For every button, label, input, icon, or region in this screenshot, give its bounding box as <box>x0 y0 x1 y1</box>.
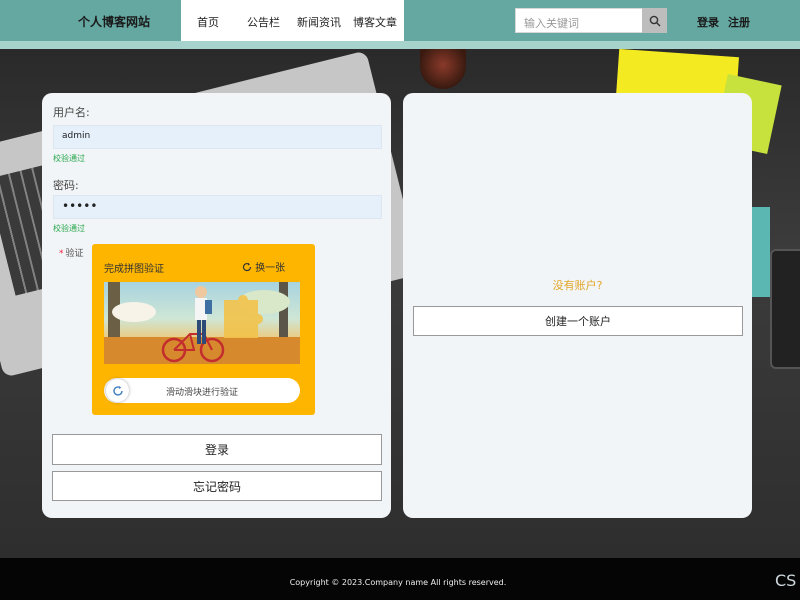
nav-item-news[interactable]: 新闻资讯 <box>297 14 341 30</box>
main-nav: 首页 公告栏 新闻资讯 博客文章 <box>181 0 404 41</box>
search-button[interactable] <box>642 8 667 33</box>
refresh-icon <box>242 262 252 272</box>
footer: Copyright © 2023.Company name All rights… <box>0 558 800 600</box>
create-account-button[interactable]: 创建一个账户 <box>413 306 743 336</box>
search-input[interactable]: 输入关键词 <box>515 8 642 33</box>
slider-refresh-icon <box>112 385 123 396</box>
captcha-refresh-label: 换一张 <box>255 263 286 274</box>
phone-shape <box>770 249 800 369</box>
captcha-slider-handle[interactable] <box>106 379 129 402</box>
top-header: 个人博客网站 首页 公告栏 新闻资讯 博客文章 输入关键词 登录 注册 <box>0 0 800 41</box>
username-field[interactable]: admin <box>53 125 382 149</box>
nav-item-home[interactable]: 首页 <box>197 14 219 30</box>
username-status: 校验通过 <box>53 154 85 163</box>
login-button[interactable]: 登录 <box>52 434 382 465</box>
verify-label: * 验证 <box>59 246 84 259</box>
captcha-refresh-button[interactable]: 换一张 <box>242 259 285 274</box>
password-status: 校验通过 <box>53 224 85 233</box>
register-panel: 没有账户? 创建一个账户 <box>403 93 752 518</box>
header-login-link[interactable]: 登录 <box>697 14 719 30</box>
username-label: 用户名: <box>53 106 90 119</box>
verify-label-text: 验证 <box>65 249 84 259</box>
nav-item-blog[interactable]: 博客文章 <box>353 14 397 30</box>
login-panel: 用户名: admin 校验通过 密码: ••••• 校验通过 * 验证 完成拼图验… <box>42 93 391 518</box>
cup-shape <box>420 49 466 89</box>
header-register-link[interactable]: 注册 <box>728 14 750 30</box>
captcha-slider-track[interactable]: 滑动滑块进行验证 <box>104 378 300 403</box>
forgot-password-button[interactable]: 忘记密码 <box>52 471 382 501</box>
nav-item-notice[interactable]: 公告栏 <box>247 14 280 30</box>
sticky-note-teal <box>752 207 770 297</box>
captcha-title: 完成拼图验证 <box>104 264 164 275</box>
captcha-slider-text: 滑动滑块进行验证 <box>165 388 238 398</box>
site-title[interactable]: 个人博客网站 <box>78 13 150 30</box>
search-icon <box>649 15 660 26</box>
copyright-text: Copyright © 2023.Company name All rights… <box>289 578 507 587</box>
puzzle-illustration <box>104 282 300 364</box>
required-mark: * <box>59 249 64 259</box>
password-field[interactable]: ••••• <box>53 195 382 219</box>
captcha-puzzle-image <box>104 282 300 364</box>
password-label: 密码: <box>53 179 79 192</box>
header-stripe <box>0 41 800 49</box>
corner-mark: CS <box>775 571 797 590</box>
no-account-prompt: 没有账户? <box>552 279 603 292</box>
captcha-widget: 完成拼图验证 换一张 滑动滑块进行验证 <box>92 244 315 415</box>
